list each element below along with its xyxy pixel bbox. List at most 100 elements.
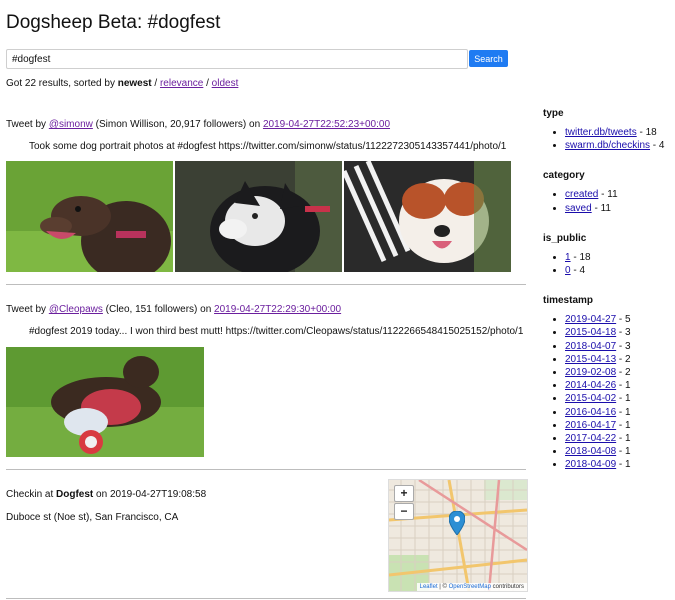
facet-link[interactable]: 2016-04-17: [565, 420, 616, 431]
facet-title-timestamp: timestamp: [543, 295, 594, 307]
checkin-address: Duboce st (Noe st), San Francisco, CA: [6, 512, 179, 523]
facet-item: 2017-04-22 - 1: [565, 432, 673, 445]
user-details: (Simon Willison, 20,917 followers) on: [92, 119, 263, 130]
facet-list: 1 - 180 - 4: [543, 251, 673, 277]
tweet-user-link[interactable]: @Cleopaws: [49, 304, 103, 315]
facet-link[interactable]: 2019-02-08: [565, 367, 616, 378]
search-button[interactable]: Search: [469, 50, 508, 67]
facet-item: 2016-04-17 - 1: [565, 419, 673, 432]
map-attribution: Leaflet | © OpenStreetMap contributors: [416, 583, 527, 591]
facet-list: 2019-04-27 - 52015-04-18 - 32018-04-07 -…: [543, 313, 673, 471]
facet-link[interactable]: 2018-04-07: [565, 341, 616, 352]
facet-title-type: type: [543, 108, 564, 119]
map-marker-icon[interactable]: [449, 511, 465, 535]
facet-item: 2018-04-08 - 1: [565, 445, 673, 458]
facet-item: 2014-04-26 - 1: [565, 379, 673, 392]
facet-link[interactable]: saved: [565, 203, 592, 214]
result-header: Checkin at Dogfest on 2019-04-27T19:08:5…: [6, 489, 206, 500]
checkin-map[interactable]: + − Leaflet | © OpenStreetMap contributo…: [388, 479, 528, 592]
attribution-suffix: contributors: [490, 584, 524, 590]
facet-count: - 1: [616, 406, 631, 418]
results-summary: Got 22 results, sorted by newest / relev…: [6, 78, 238, 89]
result-divider: [6, 284, 526, 285]
facet-count: - 1: [616, 433, 631, 445]
facet-item: saved - 11: [565, 202, 673, 215]
dog-photo[interactable]: [175, 161, 342, 272]
facet-item: created - 11: [565, 188, 673, 201]
facet-link[interactable]: swarm.db/checkins: [565, 140, 650, 151]
facet-link[interactable]: 2018-04-08: [565, 446, 616, 457]
facet-item: 2015-04-18 - 3: [565, 326, 673, 339]
facet-item: swarm.db/checkins - 4: [565, 139, 673, 152]
facet-count: - 11: [591, 202, 611, 214]
checkin-time: on 2019-04-27T19:08:58: [93, 489, 207, 500]
result-divider: [6, 469, 526, 470]
facet-link[interactable]: 2016-04-16: [565, 407, 616, 418]
facet-item: 2018-04-09 - 1: [565, 458, 673, 471]
facet-item: 2015-04-02 - 1: [565, 392, 673, 405]
facets-sidebar: typetwitter.db/tweets - 18swarm.db/check…: [543, 108, 673, 490]
facet-count: - 3: [616, 340, 631, 352]
result-prefix: Tweet by: [6, 119, 49, 130]
facet-count: - 2: [616, 353, 631, 365]
facet-count: - 3: [616, 327, 631, 339]
zoom-in-button[interactable]: +: [394, 485, 414, 502]
current-sort: newest: [117, 78, 152, 89]
facet-link[interactable]: 2019-04-27: [565, 314, 616, 325]
facet-item: 2015-04-13 - 2: [565, 353, 673, 366]
result-prefix: Checkin at: [6, 489, 57, 500]
summary-sep: /: [151, 78, 160, 89]
facet-item: 2019-04-27 - 5: [565, 313, 673, 326]
summary-sep: /: [203, 78, 212, 89]
facet-link[interactable]: created: [565, 189, 598, 200]
tweet-timestamp-link[interactable]: 2019-04-27T22:29:30+00:00: [214, 304, 341, 315]
facet-link[interactable]: 2015-04-13: [565, 354, 616, 365]
result-prefix: Tweet by: [6, 304, 49, 315]
facet-title-category: category: [543, 170, 585, 182]
facet-count: - 4: [650, 140, 665, 152]
zoom-out-button[interactable]: −: [394, 503, 414, 520]
facet-item: 2016-04-16 - 1: [565, 406, 673, 419]
tweet-text: Took some dog portrait photos at #dogfes…: [29, 141, 507, 152]
tweet-text: #dogfest 2019 today... I won third best …: [29, 326, 524, 337]
dog-photo[interactable]: [344, 161, 511, 272]
leaflet-link[interactable]: Leaflet: [420, 584, 438, 590]
facet-item: 2018-04-07 - 3: [565, 340, 673, 353]
facet-count: - 1: [616, 459, 631, 471]
facet-link[interactable]: twitter.db/tweets: [565, 127, 637, 138]
facet-title-is-public: is_public: [543, 232, 587, 244]
venue-name: Dogfest: [56, 489, 94, 500]
facet-count: - 1: [616, 380, 631, 392]
facet-link[interactable]: 2017-04-22: [565, 433, 616, 444]
facet-item: 0 - 4: [565, 264, 673, 277]
facet-count: - 18: [636, 127, 657, 138]
attribution-sep: | ©: [437, 584, 449, 590]
page-title: Dogsheep Beta: #dogfest: [6, 12, 221, 33]
facet-list: created - 11saved - 11: [543, 188, 673, 214]
facet-link[interactable]: 2015-04-02: [565, 393, 616, 404]
facet-item: 1 - 18: [565, 251, 673, 264]
result-divider: [6, 598, 526, 599]
user-details: (Cleo, 151 followers) on: [102, 304, 215, 315]
dog-photo[interactable]: [6, 347, 204, 457]
sort-relevance-link[interactable]: relevance: [160, 78, 203, 89]
result-header: Tweet by @simonw (Simon Willison, 20,917…: [6, 119, 390, 130]
tweet-user-link[interactable]: @simonw: [49, 119, 93, 130]
sort-oldest-link[interactable]: oldest: [212, 78, 239, 89]
facet-item: 2019-02-08 - 2: [565, 366, 673, 379]
facet-count: - 11: [598, 189, 618, 201]
facet-link[interactable]: 2014-04-26: [565, 380, 616, 391]
search-input[interactable]: [6, 49, 468, 69]
tweet-timestamp-link[interactable]: 2019-04-27T22:52:23+00:00: [263, 119, 390, 130]
openstreetmap-link[interactable]: OpenStreetMap: [449, 584, 491, 590]
dog-photo[interactable]: [6, 161, 173, 272]
facet-item: twitter.db/tweets - 18: [565, 126, 673, 139]
facet-list: twitter.db/tweets - 18swarm.db/checkins …: [543, 126, 673, 152]
facet-count: - 18: [570, 251, 591, 263]
summary-prefix: Got 22 results, sorted by: [6, 78, 118, 89]
facet-count: - 1: [616, 446, 631, 458]
facet-link[interactable]: 2015-04-18: [565, 327, 616, 338]
result-header: Tweet by @Cleopaws (Cleo, 151 followers)…: [6, 304, 341, 315]
facet-count: - 2: [616, 367, 631, 379]
facet-link[interactable]: 2018-04-09: [565, 459, 616, 470]
